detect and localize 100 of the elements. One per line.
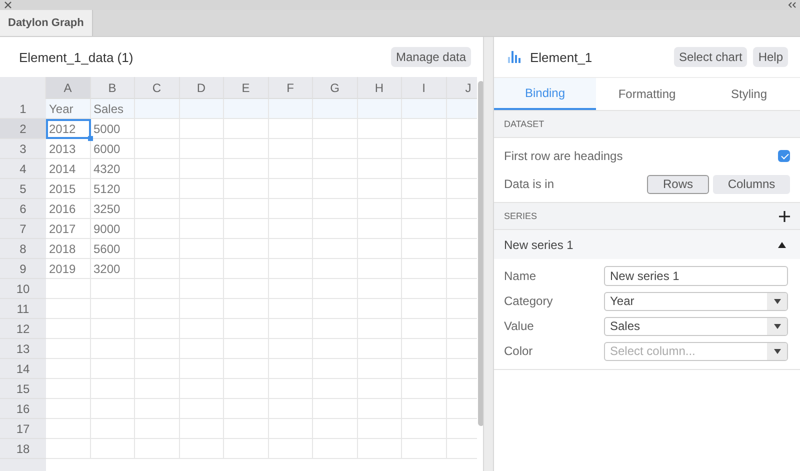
table-cell[interactable] [313,139,358,159]
table-cell[interactable]: 2014 [46,159,90,179]
table-cell[interactable] [180,319,224,339]
table-cell[interactable]: 3250 [90,199,135,219]
table-cell[interactable] [135,279,180,299]
table-cell[interactable]: 5120 [90,179,135,199]
table-cell[interactable] [358,279,402,299]
input-field[interactable]: New series 1 [604,266,788,286]
header-button[interactable]: Help [753,47,788,67]
table-cell[interactable] [402,439,446,459]
column-header[interactable]: A [46,77,90,99]
table-cell[interactable] [46,299,90,319]
table-cell[interactable] [402,139,446,159]
table-cell[interactable] [268,199,313,219]
table-cell[interactable] [135,339,180,359]
panel-tab[interactable]: Formatting [596,78,698,110]
table-cell[interactable] [268,259,313,279]
manage-data-button[interactable]: Manage data [390,47,472,67]
table-cell[interactable]: 2018 [46,239,90,259]
caret-icon[interactable] [778,242,786,248]
table-cell[interactable] [46,439,90,459]
table-cell[interactable] [358,319,402,339]
table-cell[interactable] [46,379,90,399]
table-cell[interactable] [268,379,313,399]
table-cell[interactable] [224,139,268,159]
panel-tab[interactable]: Binding [494,78,596,110]
column-header[interactable]: C [135,77,180,99]
table-cell[interactable] [46,319,90,339]
table-cell[interactable] [268,119,313,139]
table-cell[interactable]: 2012 [46,119,90,139]
table-cell[interactable] [135,359,180,379]
table-cell[interactable] [224,399,268,419]
table-cell[interactable] [358,199,402,219]
table-cell[interactable] [180,219,224,239]
column-header[interactable]: E [224,77,268,99]
table-cell[interactable]: 2015 [46,179,90,199]
table-cell[interactable] [268,339,313,359]
table-cell[interactable] [90,299,135,319]
table-cell[interactable] [358,139,402,159]
table-cell[interactable] [313,119,358,139]
table-cell[interactable] [402,119,446,139]
table-cell[interactable] [268,239,313,259]
header-button[interactable]: Select chart [674,47,748,67]
table-cell[interactable] [180,159,224,179]
table-cell[interactable] [46,399,90,419]
table-cell[interactable] [90,279,135,299]
table-cell[interactable]: 5000 [90,119,135,139]
table-cell[interactable] [313,239,358,259]
table-cell[interactable] [180,239,224,259]
table-cell[interactable] [180,379,224,399]
table-cell[interactable]: Year [46,99,90,119]
table-cell[interactable] [268,439,313,459]
table-cell[interactable] [224,219,268,239]
table-cell[interactable] [268,159,313,179]
table-cell[interactable] [358,219,402,239]
table-cell[interactable] [268,279,313,299]
table-cell[interactable] [180,439,224,459]
table-cell[interactable] [135,219,180,239]
table-cell[interactable] [313,179,358,199]
column-header[interactable]: D [180,77,224,99]
table-cell[interactable] [224,319,268,339]
table-cell[interactable] [402,319,446,339]
table-cell[interactable] [224,279,268,299]
table-cell[interactable] [135,319,180,339]
table-cell[interactable] [313,339,358,359]
table-cell[interactable] [46,359,90,379]
table-cell[interactable] [180,359,224,379]
table-cell[interactable] [135,419,180,439]
table-cell[interactable] [402,379,446,399]
table-cell[interactable] [402,239,446,259]
table-cell[interactable] [135,199,180,219]
table-cell[interactable] [358,359,402,379]
panel-tab[interactable]: Styling [698,78,800,110]
column-header[interactable]: J [446,77,477,99]
table-cell[interactable] [402,179,446,199]
table-cell[interactable]: 2017 [46,219,90,239]
table-cell[interactable] [268,99,313,119]
table-cell[interactable]: Sales [90,99,135,119]
table-cell[interactable] [180,99,224,119]
table-cell[interactable] [224,199,268,219]
scrollbar[interactable] [478,81,484,426]
table-cell[interactable] [135,179,180,199]
toggle-button[interactable]: Rows [647,174,709,194]
table-cell[interactable] [402,399,446,419]
table-cell[interactable] [224,419,268,439]
table-cell[interactable] [402,299,446,319]
table-cell[interactable] [402,259,446,279]
table-cell[interactable] [180,259,224,279]
checkbox[interactable] [778,150,790,162]
table-cell[interactable]: 2013 [46,139,90,159]
table-cell[interactable] [90,339,135,359]
add-icon[interactable] [779,210,790,222]
table-cell[interactable] [90,419,135,439]
table-cell[interactable] [180,419,224,439]
table-cell[interactable] [224,179,268,199]
table-cell[interactable] [313,419,358,439]
column-header[interactable]: B [90,77,135,99]
table-cell[interactable] [268,219,313,239]
table-cell[interactable] [402,419,446,439]
table-cell[interactable] [268,299,313,319]
